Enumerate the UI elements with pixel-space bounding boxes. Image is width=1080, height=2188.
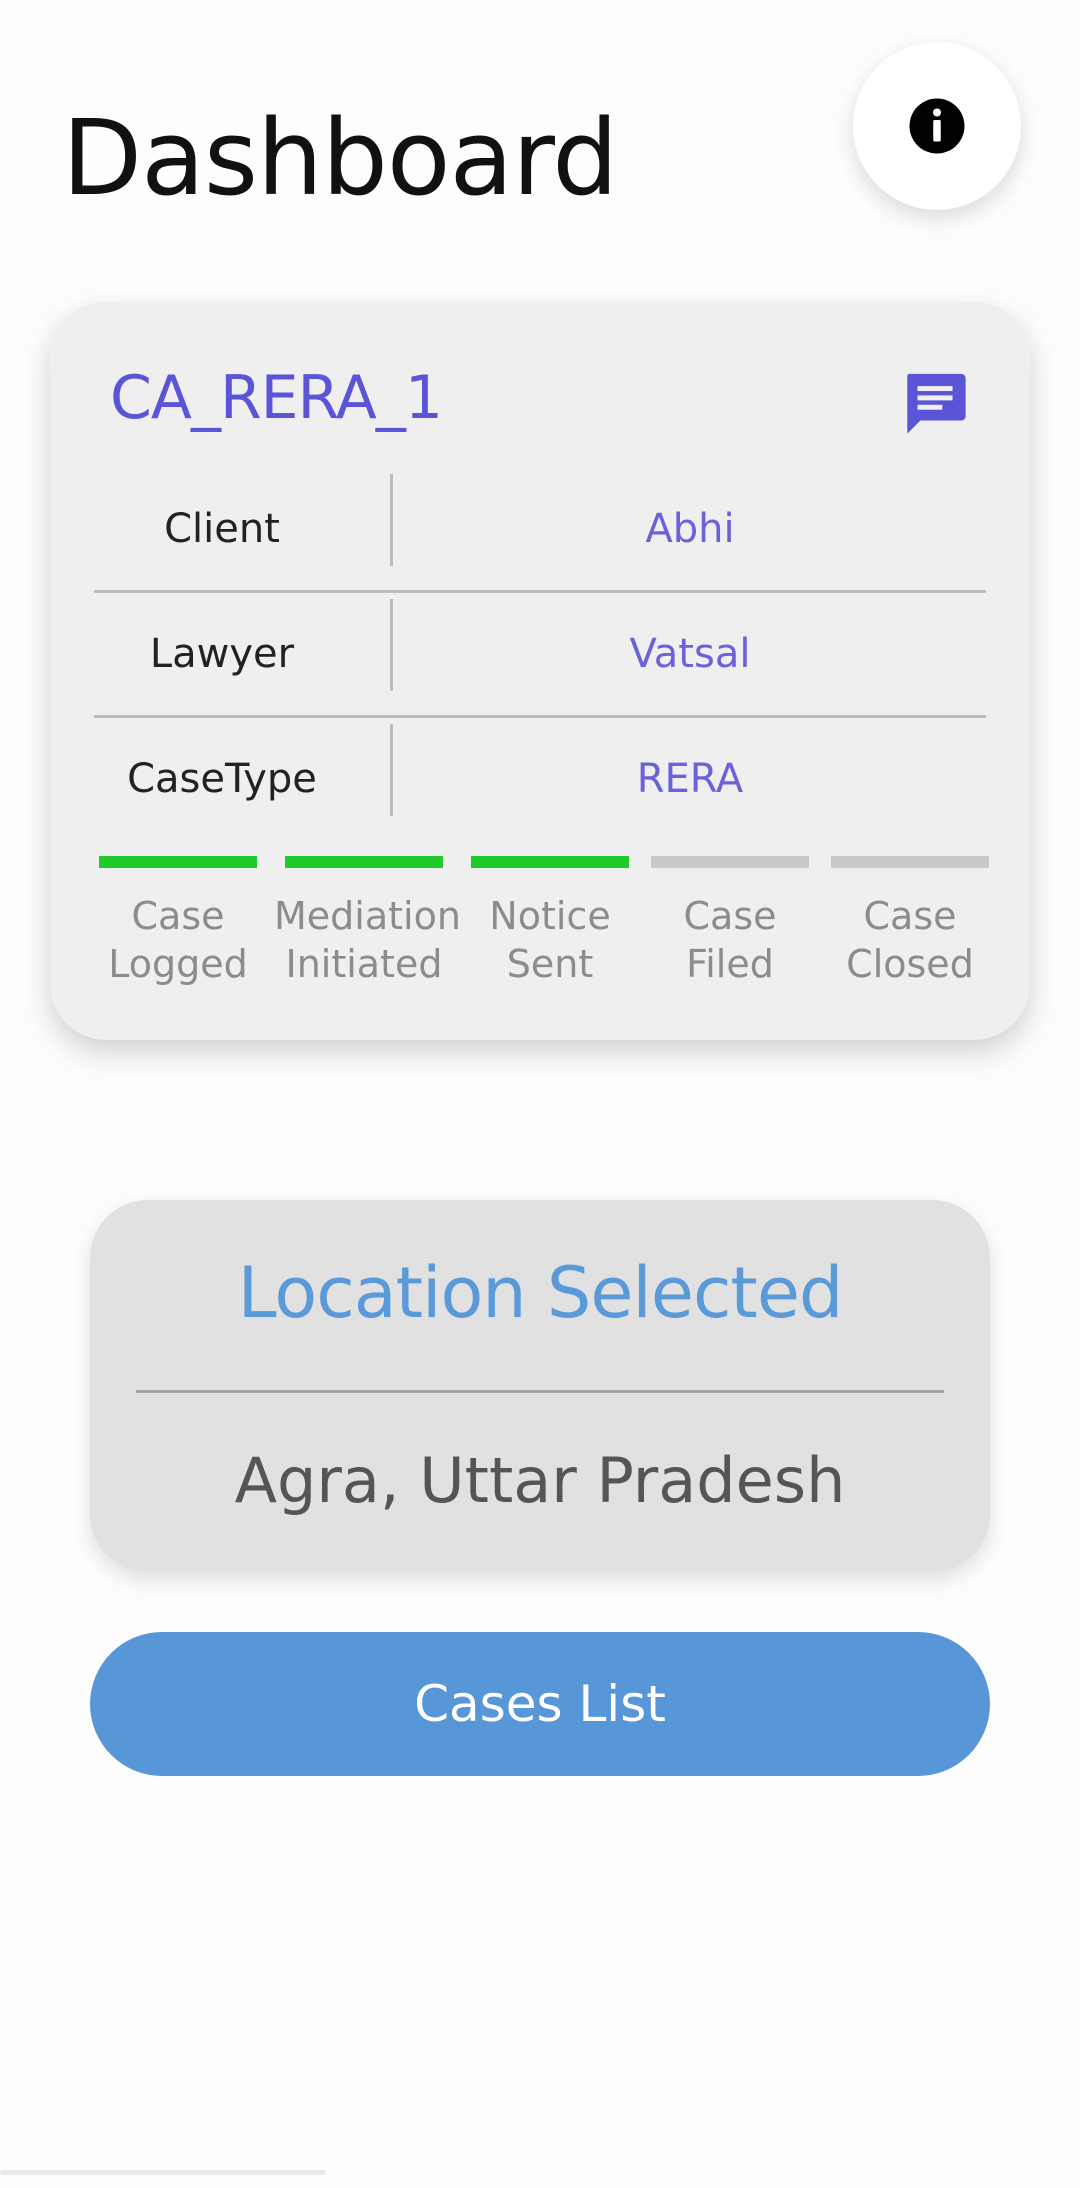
info-key: Lawyer — [149, 631, 295, 677]
step-label: Mediation Initiated — [274, 894, 461, 986]
step-bar — [471, 856, 629, 868]
chat-icon[interactable] — [900, 368, 970, 438]
step-label: Notice Sent — [489, 894, 611, 986]
column-divider — [390, 724, 393, 816]
step-bar — [285, 856, 443, 868]
location-value: Agra, Uttar Pradesh — [234, 1444, 846, 1517]
case-progress-tracker: Case Logged Mediation Initiated Notice S… — [88, 856, 1000, 1016]
column-divider — [390, 474, 393, 566]
step-case-logged: Case Logged — [88, 856, 268, 988]
info-icon — [909, 98, 965, 154]
step-case-filed: Case Filed — [640, 856, 820, 988]
info-value: Vatsal — [629, 631, 751, 677]
step-bar — [831, 856, 989, 868]
location-title: Location Selected — [237, 1252, 844, 1334]
info-button[interactable] — [853, 42, 1021, 210]
step-mediation-initiated: Mediation Initiated — [274, 856, 461, 988]
info-key: CaseType — [127, 756, 317, 802]
location-card[interactable]: Location Selected Agra, Uttar Pradesh — [90, 1200, 990, 1572]
cases-list-button[interactable]: Cases List — [90, 1632, 990, 1776]
case-id: CA_RERA_1 — [110, 363, 443, 433]
step-label: Case Filed — [683, 894, 777, 986]
location-divider — [136, 1390, 944, 1393]
info-key: Client — [164, 506, 280, 552]
step-bar — [651, 856, 809, 868]
info-row-lawyer: Lawyer Vatsal — [94, 593, 986, 718]
info-row-casetype: CaseType RERA — [94, 718, 986, 840]
info-value: Abhi — [645, 506, 735, 552]
step-label: Case Logged — [108, 894, 248, 986]
step-label: Case Closed — [846, 894, 974, 986]
page-title: Dashboard — [62, 97, 618, 219]
case-info-table: Client Abhi Lawyer Vatsal CaseType RERA — [94, 468, 986, 840]
info-row-client: Client Abhi — [94, 468, 986, 593]
step-notice-sent: Notice Sent — [460, 856, 640, 988]
case-card[interactable]: CA_RERA_1 Client Abhi Lawyer Vatsal Case… — [50, 302, 1030, 1040]
step-case-closed: Case Closed — [820, 856, 1000, 988]
column-divider — [390, 599, 393, 691]
info-value: RERA — [636, 756, 744, 802]
step-bar — [99, 856, 257, 868]
scroll-indicator — [0, 2170, 326, 2175]
